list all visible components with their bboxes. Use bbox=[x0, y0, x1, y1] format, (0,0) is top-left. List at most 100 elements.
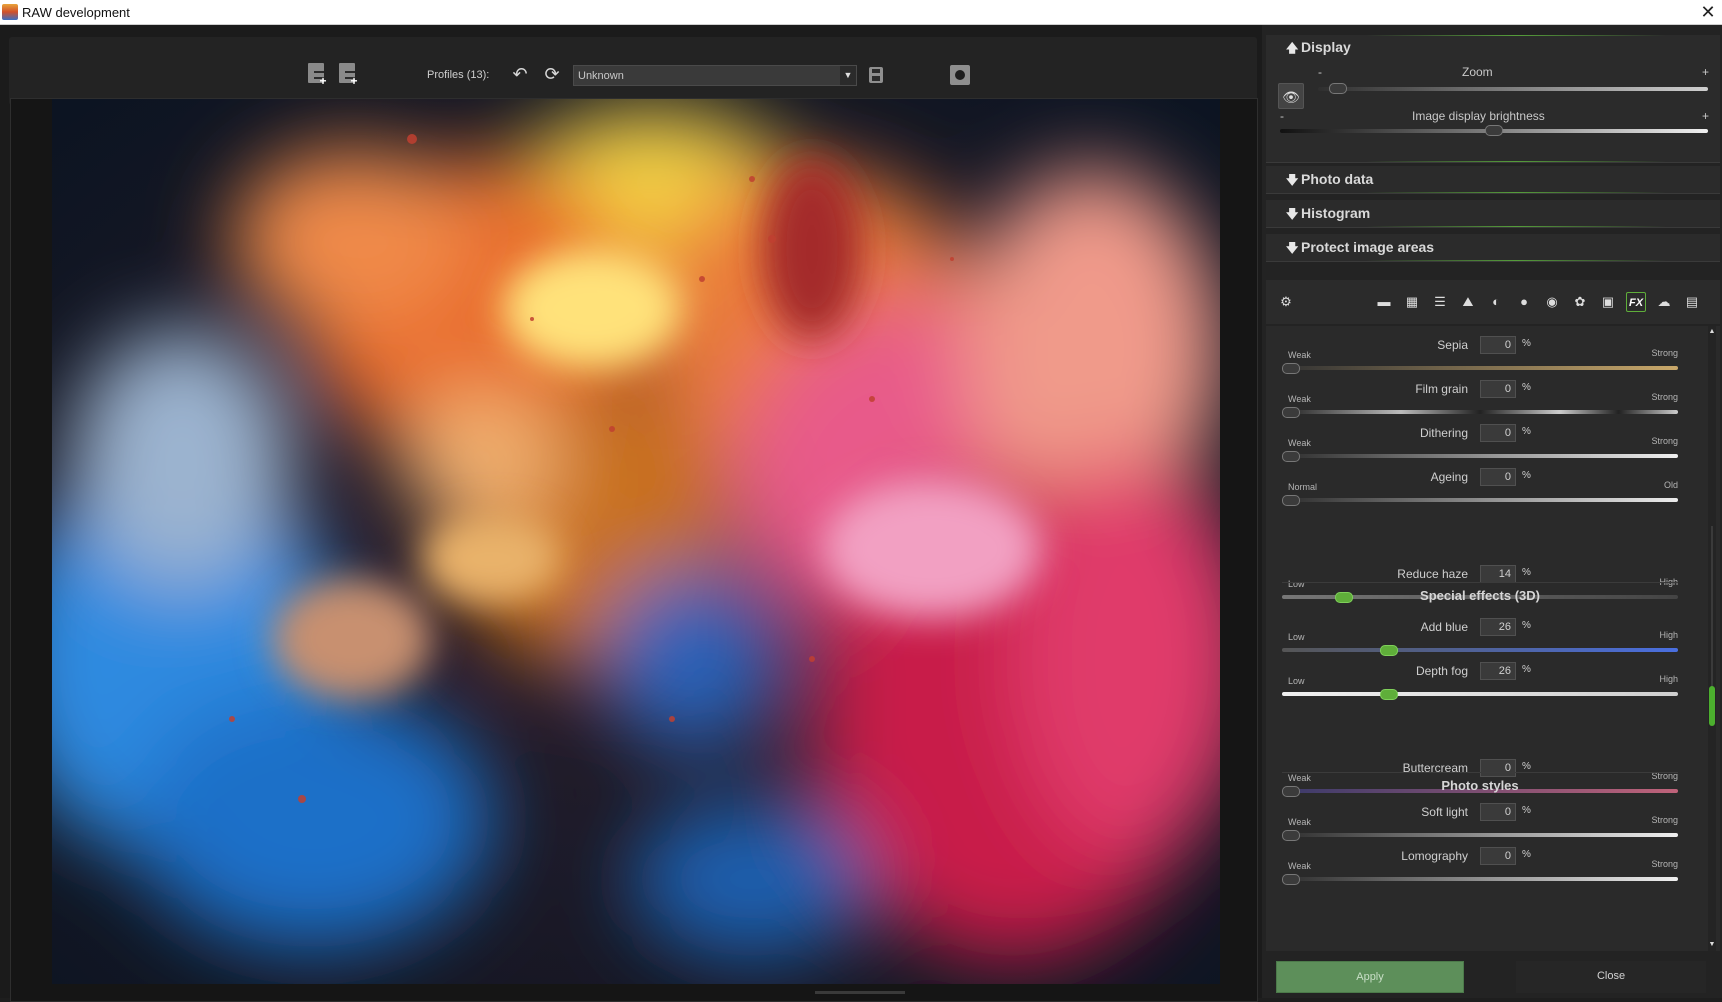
undo-icon[interactable]: ↶ bbox=[510, 64, 530, 84]
close-window-button[interactable]: ✕ bbox=[1696, 1, 1720, 23]
slider-value-input[interactable]: 26 bbox=[1480, 662, 1516, 680]
slider-value-input[interactable]: 0 bbox=[1480, 759, 1516, 777]
slider-max-label: Strong bbox=[1651, 348, 1678, 358]
brightness-label: Image display brightness bbox=[1412, 109, 1545, 123]
histogram-header[interactable]: 🡇 Histogram bbox=[1286, 205, 1370, 226]
slider-max-label: Old bbox=[1663, 480, 1678, 490]
photo-data-header[interactable]: 🡇 Photo data bbox=[1286, 171, 1373, 192]
slider-value-input[interactable]: 14 bbox=[1480, 565, 1516, 583]
plus-icon: + bbox=[319, 74, 327, 88]
slider-label: Lomography bbox=[1401, 849, 1468, 863]
slider-value-input[interactable]: 0 bbox=[1480, 468, 1516, 486]
curves-icon[interactable]: ▦ bbox=[1402, 292, 1422, 312]
slider-max-label: Strong bbox=[1651, 859, 1678, 869]
display-section: 🡅 Display 👁 - Zoom + - Image display brig… bbox=[1266, 35, 1720, 163]
slider-max-label: High bbox=[1659, 630, 1678, 640]
slider-min-label: Weak bbox=[1288, 817, 1311, 827]
brightness-slider-knob[interactable] bbox=[1485, 125, 1503, 136]
slider-label: Depth fog bbox=[1415, 664, 1468, 678]
histogram-section[interactable]: 🡇 Histogram bbox=[1266, 200, 1720, 228]
window-title: RAW development bbox=[22, 5, 130, 20]
zoom-slider-track[interactable] bbox=[1318, 87, 1708, 91]
snapshot-camera-icon[interactable] bbox=[950, 65, 970, 85]
fx-icon[interactable]: FX bbox=[1626, 292, 1646, 312]
slider-label: Soft light bbox=[1421, 805, 1468, 819]
slider-knob[interactable] bbox=[1380, 689, 1398, 700]
zoom-min-label: - bbox=[1318, 65, 1322, 79]
slider-value-input[interactable]: 0 bbox=[1480, 847, 1516, 865]
slider-knob[interactable] bbox=[1282, 495, 1300, 506]
stack-icon[interactable]: ▤ bbox=[1682, 292, 1702, 312]
scroll-up-icon[interactable]: ▲ bbox=[1708, 328, 1716, 336]
image-canvas[interactable] bbox=[10, 98, 1258, 1002]
gradient-icon[interactable]: ▬ bbox=[1374, 292, 1394, 312]
palette-icon[interactable]: ✿ bbox=[1570, 292, 1590, 312]
eye-icon[interactable]: 👁 bbox=[1278, 83, 1304, 109]
new-profile-button[interactable]: + bbox=[305, 61, 329, 87]
zoom-slider-knob[interactable] bbox=[1329, 83, 1347, 94]
color-wheel-icon[interactable]: ◉ bbox=[1542, 292, 1562, 312]
close-button[interactable]: Close bbox=[1516, 961, 1706, 993]
slider-row-ageing: Normal Ageing 0% Old bbox=[1282, 468, 1678, 512]
slider-knob[interactable] bbox=[1380, 645, 1398, 656]
slider-track[interactable] bbox=[1282, 877, 1678, 881]
percent-unit: % bbox=[1522, 849, 1531, 860]
slider-track[interactable] bbox=[1282, 366, 1678, 370]
slider-knob[interactable] bbox=[1282, 830, 1300, 841]
slider-value-input[interactable]: 0 bbox=[1480, 424, 1516, 442]
profile-dropdown[interactable]: Unknown ▼ bbox=[573, 65, 857, 86]
slider-track[interactable] bbox=[1282, 498, 1678, 502]
slider-min-label: Weak bbox=[1288, 861, 1311, 871]
profile-value: Unknown bbox=[578, 70, 624, 82]
camera-icon[interactable]: ▣ bbox=[1598, 292, 1618, 312]
percent-unit: % bbox=[1522, 805, 1531, 816]
contrast-icon[interactable]: ◐ bbox=[1486, 292, 1506, 312]
slider-track[interactable] bbox=[1282, 692, 1678, 696]
preview-area: + + Profiles (13): ↶ ⟳ Unknown ▼ bbox=[0, 25, 1262, 1002]
brain-icon[interactable]: ☁ bbox=[1654, 292, 1674, 312]
redo-icon[interactable]: ⟳ bbox=[542, 64, 562, 84]
panel-footer: Apply Close bbox=[1266, 953, 1720, 998]
slider-knob[interactable] bbox=[1282, 874, 1300, 885]
scrollbar-thumb[interactable] bbox=[1709, 686, 1715, 726]
slider-track[interactable] bbox=[1282, 454, 1678, 458]
slider-row-depth-fog: Low Depth fog 26% High bbox=[1282, 662, 1678, 706]
scroll-down-icon[interactable]: ▼ bbox=[1708, 941, 1716, 949]
save-profile-button[interactable]: + bbox=[336, 61, 360, 87]
percent-unit: % bbox=[1522, 338, 1531, 349]
slider-min-label: Normal bbox=[1288, 482, 1318, 492]
lines-icon[interactable]: ☰ bbox=[1430, 292, 1450, 312]
slider-value-input[interactable]: 26 bbox=[1480, 618, 1516, 636]
slider-track[interactable] bbox=[1282, 410, 1678, 414]
plus-icon: + bbox=[350, 74, 358, 88]
vertical-scrollbar[interactable]: ▲ ▼ bbox=[1708, 326, 1716, 951]
photo-data-section[interactable]: 🡇 Photo data bbox=[1266, 166, 1720, 194]
settings-gear-icon[interactable]: ⚙ bbox=[1276, 292, 1296, 312]
protect-areas-section[interactable]: 🡇 Protect image areas bbox=[1266, 234, 1720, 262]
slider-knob[interactable] bbox=[1282, 363, 1300, 374]
landscape-icon[interactable]: ⛰ bbox=[1458, 292, 1478, 312]
slider-value-input[interactable]: 0 bbox=[1480, 380, 1516, 398]
arrow-down-icon: 🡇 bbox=[1286, 207, 1299, 221]
slider-label: Reduce haze bbox=[1397, 567, 1468, 581]
apply-button[interactable]: Apply bbox=[1276, 961, 1464, 993]
slider-track[interactable] bbox=[1282, 648, 1678, 652]
slider-knob[interactable] bbox=[1282, 451, 1300, 462]
slider-value-input[interactable]: 0 bbox=[1480, 336, 1516, 354]
slider-track[interactable] bbox=[1282, 833, 1678, 837]
slider-max-label: Strong bbox=[1651, 392, 1678, 402]
slider-label: Add blue bbox=[1420, 620, 1468, 634]
effects-scroll-area[interactable]: Weak Sepia 0% Strong Weak Film grain 0% Strong W… bbox=[1266, 326, 1720, 951]
resize-grip[interactable] bbox=[815, 991, 905, 994]
slider-knob[interactable] bbox=[1282, 407, 1300, 418]
profiles-label: Profiles (13): bbox=[427, 69, 490, 81]
display-header[interactable]: 🡅 Display bbox=[1286, 39, 1351, 60]
protect-areas-header[interactable]: 🡇 Protect image areas bbox=[1286, 239, 1434, 260]
save-icon[interactable] bbox=[867, 66, 885, 84]
zoom-label: Zoom bbox=[1462, 65, 1493, 79]
special-effects-title: Special effects (3D) bbox=[1420, 588, 1540, 603]
slider-row-add-blue: Low Add blue 26% High bbox=[1282, 618, 1678, 662]
photo-preview bbox=[52, 99, 1220, 984]
slider-value-input[interactable]: 0 bbox=[1480, 803, 1516, 821]
sphere-icon[interactable]: ● bbox=[1514, 292, 1534, 312]
